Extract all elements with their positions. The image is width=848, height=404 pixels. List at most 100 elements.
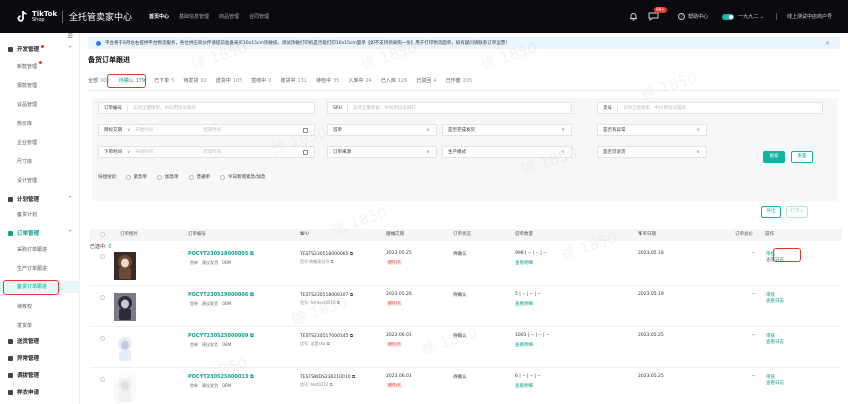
product-thumbnail[interactable] [114, 293, 136, 321]
start-date-input[interactable]: 开始时间 [135, 127, 193, 133]
copy-icon[interactable]: ⧉ [331, 259, 334, 264]
view-details-link[interactable]: 查看明细 [515, 342, 533, 348]
sidebar-item-shipment[interactable]: 发货单 [0, 320, 80, 332]
copy-icon[interactable]: ⧉ [350, 252, 353, 257]
reset-button[interactable]: 重置 [791, 151, 813, 163]
sidebar-item-review[interactable]: 议品管理 [0, 99, 80, 111]
view-details-link[interactable]: 查看明细 [515, 301, 533, 307]
col-header-order-date[interactable]: 下单日期 ⇅ [638, 229, 656, 241]
status-tab[interactable]: 收货中 131 [280, 77, 307, 84]
sidebar-group-order[interactable]: 订单管理 ^ [0, 227, 80, 239]
status-tab[interactable]: 待发货 92 [183, 77, 206, 84]
topnav-basic-info[interactable]: 基础信息管理 [179, 13, 209, 20]
copy-icon[interactable]: ⧉ [327, 341, 330, 346]
close-icon[interactable]: × [825, 40, 830, 47]
end-date-input[interactable]: 结束时间 [203, 149, 221, 155]
view-details-link[interactable]: 查看明细 [515, 383, 533, 389]
sidebar-group-delivery[interactable]: 送货管理 [0, 335, 80, 347]
topnav-product[interactable]: 商品管理 [219, 13, 239, 20]
sidebar-item-report[interactable]: 报款管理 [0, 80, 80, 92]
table-row[interactable]: POCYT230525000009 ⧉ 首单 建议发货 OBM TESTS23051… [90, 327, 842, 368]
table-row[interactable]: POCYT230525000013 ⧉ 首单 建议发货 OBM TESTSWDS23… [90, 368, 842, 404]
sidebar-group-exception[interactable]: 异常管理 [0, 352, 80, 364]
status-tab[interactable]: 送货中 105 [216, 77, 243, 84]
quick-option-expedited[interactable]: 加急单 [157, 174, 179, 180]
sidebar-item-purchase-order[interactable]: 采购订单跟进 [0, 244, 80, 256]
end-date-input[interactable]: 结束时间 [203, 127, 221, 133]
status-tab[interactable]: 已下单 5 [154, 77, 174, 84]
order-number-link[interactable]: POCYT230519000006 ⧉ [188, 292, 254, 298]
product-thumbnail[interactable] [114, 252, 136, 280]
order-source-select[interactable]: 订单来源 ∨ [327, 146, 437, 158]
sidebar-group-plan[interactable]: 计划管理 ^ [0, 193, 80, 205]
abnormal-select[interactable]: 是否有异常 ∨ [597, 124, 707, 136]
calendar-icon[interactable] [303, 149, 308, 155]
search-button[interactable]: 搜索 [763, 151, 785, 163]
order-no-input[interactable]: 支持全量搜索、中间用逗号隔开 [133, 105, 196, 111]
copy-icon[interactable]: ⧉ [330, 382, 333, 387]
spu-field[interactable]: SPU 支持全量搜索、中间用逗号隔开 [327, 102, 572, 114]
start-date-input[interactable]: 开始时间 [135, 149, 193, 155]
help-center-link[interactable]: ? 帮助中心 [678, 13, 708, 20]
user-menu[interactable]: 一九九二 ⌄ [722, 13, 764, 20]
table-row[interactable]: POCYT230518000005 ⧉ 首单 建议发货 OBM TESTS23051… [90, 245, 842, 286]
sidebar-item-size[interactable]: 尺寸库 [0, 156, 80, 168]
shop-name[interactable]: 线上测试中店商户号 [775, 13, 832, 20]
topnav-home[interactable]: 首页中心 [149, 13, 169, 20]
status-tab[interactable]: 待检中 35 [316, 77, 339, 84]
view-log-button[interactable]: 查看日志 [766, 380, 784, 386]
first-order-select[interactable]: 首单 ∨ [327, 124, 437, 136]
view-details-link[interactable]: 查看明细 [515, 260, 533, 266]
tiktok-shop-logo[interactable]: TikTok Shop [16, 10, 62, 23]
production-mode-select[interactable]: 生产模式 ∨ [442, 146, 572, 158]
status-tab[interactable]: 已作废 205 [446, 77, 473, 84]
select-all-checkbox[interactable] [100, 232, 105, 237]
order-date-range[interactable]: 下单时间 ∨ 开始时间 结束时间 [98, 146, 315, 158]
spu-input[interactable]: 支持全量搜索、中间用逗号隔开 [353, 105, 416, 111]
sidebar-item-enterprise[interactable]: 企业管理 [0, 137, 80, 149]
sidebar-item-production-order[interactable]: 生产订单跟进 [0, 263, 80, 275]
status-tab[interactable]: 已入库 126 [381, 77, 408, 84]
order-number-link[interactable]: POCYT230518000005 ⧉ [188, 251, 254, 257]
view-log-button[interactable]: 查看日志 [766, 339, 784, 345]
copy-icon[interactable]: ⧉ [250, 333, 254, 339]
item-no-input[interactable]: 支持全量搜索、中间用逗号隔开 [623, 105, 686, 111]
sidebar-item-stock-plan[interactable]: 备货计划 [0, 209, 80, 221]
copy-icon[interactable]: ⧉ [250, 292, 254, 298]
copy-icon[interactable]: ⧉ [350, 334, 353, 339]
shipment-done-select[interactable]: 是否完成发货 ∨ [442, 124, 572, 136]
target-date-range[interactable]: 目标交期 ∨ 开始时间 结束时间 [98, 124, 315, 136]
status-tab[interactable]: 签收中 0 [251, 77, 271, 84]
view-log-button[interactable]: 查看日志 [766, 298, 784, 304]
sidebar-group-sample[interactable]: 样衣申请 [0, 386, 80, 398]
product-thumbnail[interactable] [114, 375, 136, 403]
table-row[interactable]: POCYT230519000006 ⧉ 首单 建议发货 OBM TESTS23051… [90, 286, 842, 327]
sidebar-item-new[interactable]: 新款管理 [0, 61, 80, 73]
item-no-field[interactable]: 货号 支持全量搜索、中间用逗号隔开 [597, 102, 823, 114]
product-thumbnail[interactable] [114, 334, 136, 362]
copy-icon[interactable]: ⧉ [337, 300, 340, 305]
row-checkbox[interactable] [100, 336, 105, 341]
date-type-select[interactable]: 下单时间 [99, 149, 127, 155]
calendar-icon[interactable] [303, 127, 308, 133]
print-button[interactable]: 打印 ∨ [786, 206, 808, 218]
quick-option-today-new[interactable]: 今日新增紧急/加急 [220, 174, 266, 180]
bell-icon[interactable] [629, 12, 638, 21]
copy-icon[interactable]: ⧉ [250, 374, 254, 380]
col-header-target-date[interactable]: 目标交期 ⓘ ⇅ [386, 229, 404, 241]
topnav-contract[interactable]: 合同管理 [249, 13, 269, 20]
row-checkbox[interactable] [100, 377, 105, 382]
status-tab[interactable]: 入库中 24 [348, 77, 371, 84]
order-no-field[interactable]: 订单编号 支持全量搜索、中间用逗号隔开 [98, 102, 315, 114]
sidebar-group-dev[interactable]: 开发管理 ^ [0, 43, 80, 55]
quick-option-urgent[interactable]: 紧急单 [125, 174, 147, 180]
sidebar-item-design[interactable]: 设计管理 [0, 175, 80, 187]
sidebar-item-pending-check[interactable]: 待核权 [0, 301, 80, 313]
sidebar-group-transfer[interactable]: 调拨管理 [0, 369, 80, 381]
export-button[interactable]: 导出 [761, 206, 781, 218]
returnable-select[interactable]: 是否可退货 ∨ [597, 146, 707, 158]
copy-icon[interactable]: ⧉ [250, 251, 254, 257]
date-type-select[interactable]: 目标交期 [99, 127, 127, 133]
order-number-link[interactable]: POCYT230525000013 ⧉ [188, 374, 254, 380]
copy-icon[interactable]: ⧉ [352, 375, 355, 380]
